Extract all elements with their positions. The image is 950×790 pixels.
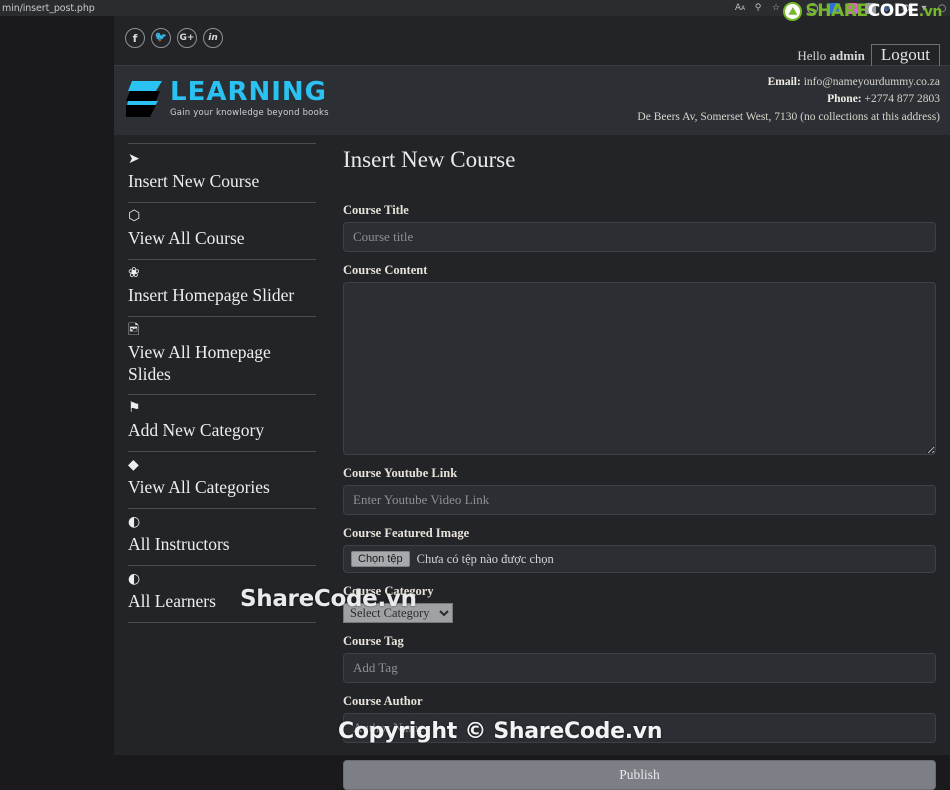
adjust-circle-icon: ◐ bbox=[128, 571, 141, 587]
publish-button[interactable]: Publish bbox=[343, 760, 936, 790]
top-bar: f 🐦 G+ in Hello admin Logout bbox=[114, 16, 950, 69]
sidebar-item-label: View All Course bbox=[128, 227, 245, 248]
sidebar-item-label: Insert Homepage Slider bbox=[128, 284, 295, 305]
ghostery-icon[interactable] bbox=[804, 2, 820, 15]
paper-plane-icon: ➤ bbox=[128, 151, 140, 167]
google-plus-icon[interactable]: G+ bbox=[177, 28, 197, 48]
facebook-icon[interactable]: f bbox=[125, 28, 145, 48]
chevron-down-icon[interactable]: ▾ bbox=[916, 2, 932, 15]
logo-text: LEARNING Gain your knowledge beyond book… bbox=[170, 75, 329, 118]
sidebar-item-label: All Instructors bbox=[128, 534, 230, 555]
course-tag-input[interactable] bbox=[343, 653, 936, 683]
twitter-icon[interactable]: 🐦 bbox=[151, 28, 171, 48]
main-content: Insert New Course Course Title Course Co… bbox=[330, 135, 950, 790]
logo-mark-icon bbox=[126, 81, 162, 117]
course-youtube-input[interactable] bbox=[343, 485, 936, 515]
sidebar-item-label: View All Homepage Slides bbox=[128, 341, 271, 384]
page-root: f 🐦 G+ in Hello admin Logout LEARNING Ga… bbox=[0, 16, 950, 790]
extension-blue-icon[interactable] bbox=[826, 2, 842, 15]
contact-email-line: Email: info@nameyourdummy.co.za bbox=[767, 76, 940, 88]
sidebar-item-view-all-categories[interactable]: ◆ View All Categories bbox=[128, 452, 316, 510]
course-youtube-label: Course Youtube Link bbox=[343, 466, 458, 480]
bookmark-star-icon[interactable]: ☆ bbox=[768, 2, 784, 15]
file-status-text: Chưa có tệp nào được chọn bbox=[416, 551, 554, 566]
sidebar-item-label: Add New Category bbox=[128, 420, 265, 441]
hello-user-label: Hello admin bbox=[797, 48, 865, 64]
logo-tagline: Gain your knowledge beyond books bbox=[170, 108, 329, 118]
course-featured-image-label: Course Featured Image bbox=[343, 526, 470, 540]
bookmark-icon: ⚑ bbox=[128, 400, 141, 417]
adjust-circle-icon: ◐ bbox=[128, 514, 141, 531]
field-course-author: Course Author bbox=[343, 694, 936, 743]
course-tag-label: Course Tag bbox=[343, 634, 404, 648]
image-file-icon: 🖻 bbox=[128, 321, 140, 338]
field-course-title: Course Title bbox=[343, 203, 936, 252]
sidebar-item-view-all-course[interactable]: ⬡ View All Course bbox=[128, 203, 316, 260]
user-box: Hello admin Logout bbox=[797, 44, 940, 69]
admin-sidebar: ➤ Insert New Course ⬡ View All Course ❀ … bbox=[114, 135, 330, 755]
gear-icon[interactable]: ⚙ bbox=[898, 2, 914, 15]
course-category-label: Course Category bbox=[343, 584, 434, 598]
course-category-select[interactable]: Select Category bbox=[343, 603, 453, 623]
browser-toolbar: min/insert_post.php AA ⚲ ☆ ✐ ⚙ ▾ ○ bbox=[0, 0, 950, 16]
leaf-icon: ❀ bbox=[128, 264, 140, 281]
site-container: f 🐦 G+ in Hello admin Logout LEARNING Ga… bbox=[114, 16, 950, 790]
search-icon[interactable]: ⚲ bbox=[750, 2, 766, 15]
sidebar-item-all-learners[interactable]: ◐ All Learners bbox=[128, 566, 316, 623]
linkedin-icon[interactable]: in bbox=[203, 28, 223, 48]
cube-icon: ⬡ bbox=[128, 207, 141, 224]
course-featured-image-filebox[interactable]: Chọn tệp Chưa có tệp nào được chọn bbox=[343, 545, 936, 573]
course-title-label: Course Title bbox=[343, 203, 409, 217]
field-course-content: Course Content bbox=[343, 263, 936, 455]
contact-info: Email: info@nameyourdummy.co.za Phone: +… bbox=[637, 74, 940, 126]
course-content-textarea[interactable] bbox=[343, 282, 936, 455]
sidebar-item-insert-new-course[interactable]: ➤ Insert New Course bbox=[128, 143, 316, 203]
gem-icon: ◆ bbox=[128, 457, 139, 474]
content-split: ➤ Insert New Course ⬡ View All Course ❀ … bbox=[114, 135, 950, 790]
choose-file-button[interactable]: Chọn tệp bbox=[351, 551, 410, 567]
sidebar-item-all-instructors[interactable]: ◐ All Instructors bbox=[128, 509, 316, 566]
sidebar-item-view-all-homepage-slides[interactable]: 🖻 View All Homepage Slides bbox=[128, 317, 316, 396]
course-title-input[interactable] bbox=[343, 222, 936, 252]
logo-wordmark: LEARNING bbox=[170, 77, 328, 107]
course-content-label: Course Content bbox=[343, 263, 428, 277]
logout-button[interactable]: Logout bbox=[870, 44, 940, 69]
browser-toolbar-icons: AA ⚲ ☆ ✐ ⚙ ▾ ○ bbox=[732, 0, 950, 16]
profile-icon[interactable]: ○ bbox=[934, 2, 950, 15]
page-title: Insert New Course bbox=[343, 147, 516, 172]
pen-edit-icon[interactable]: ✐ bbox=[880, 2, 896, 15]
reader-font-icon[interactable]: AA bbox=[732, 2, 748, 15]
site-logo[interactable]: LEARNING Gain your knowledge beyond book… bbox=[126, 75, 329, 121]
sidebar-item-label: View All Categories bbox=[128, 477, 270, 498]
shield-green-icon[interactable] bbox=[786, 2, 802, 15]
sidebar-item-label: Insert New Course bbox=[128, 171, 260, 191]
social-links: f 🐦 G+ in bbox=[125, 28, 223, 48]
course-author-label: Course Author bbox=[343, 694, 423, 708]
sidebar-item-insert-homepage-slider[interactable]: ❀ Insert Homepage Slider bbox=[128, 260, 316, 317]
field-course-tag: Course Tag bbox=[343, 634, 936, 683]
field-course-youtube: Course Youtube Link bbox=[343, 466, 936, 515]
extension-pink-icon[interactable] bbox=[844, 2, 860, 15]
address-bar-url[interactable]: min/insert_post.php bbox=[0, 3, 95, 14]
screenshot-camera-icon[interactable] bbox=[862, 2, 878, 15]
field-course-featured-image: Course Featured Image Chọn tệp Chưa có t… bbox=[343, 526, 936, 573]
sidebar-item-add-new-category[interactable]: ⚑ Add New Category bbox=[128, 395, 316, 453]
contact-phone-line: Phone: +2774 877 2803 bbox=[827, 93, 940, 106]
brand-header: LEARNING Gain your knowledge beyond book… bbox=[114, 66, 950, 135]
field-course-category: Course Category Select Category bbox=[343, 584, 936, 623]
sidebar-item-label: All Learners bbox=[128, 591, 216, 611]
course-author-input[interactable] bbox=[343, 713, 936, 743]
contact-address-line: De Beers Av, Somerset West, 7130 (no col… bbox=[637, 110, 940, 123]
